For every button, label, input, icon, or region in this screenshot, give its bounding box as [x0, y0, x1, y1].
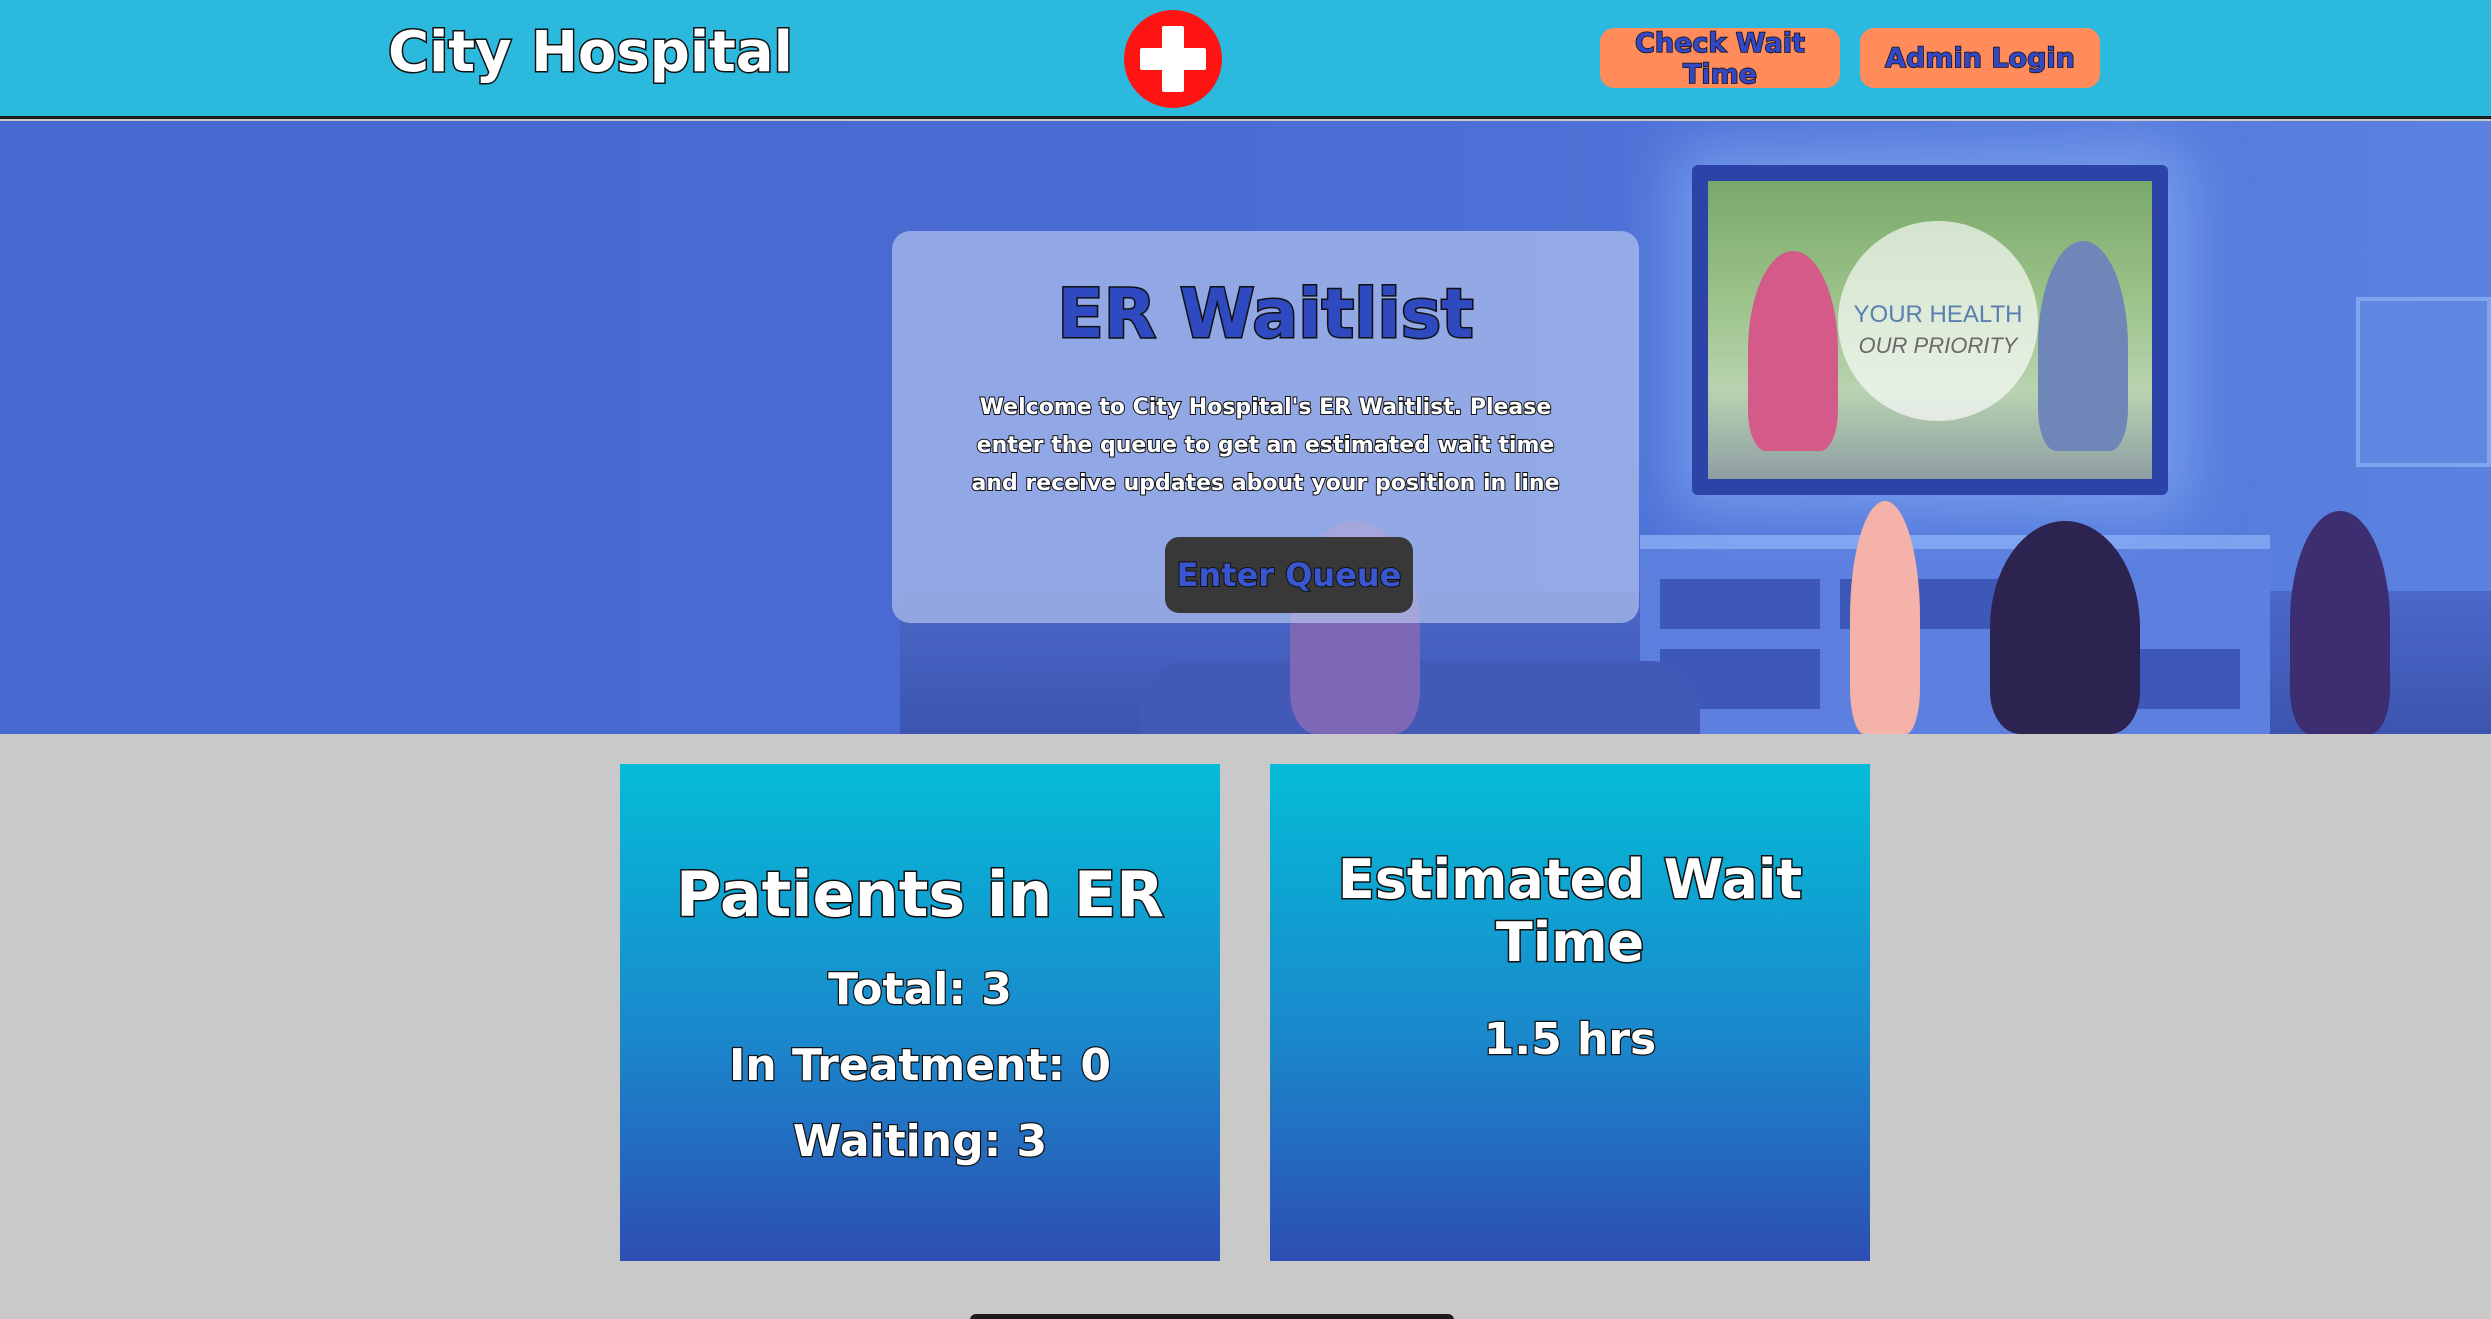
shelf-compartment — [1660, 579, 1820, 629]
scene-person-back — [1990, 521, 2140, 734]
offscreen-element-edge — [970, 1314, 1454, 1319]
scene-sofa — [1140, 661, 1700, 734]
patients-in-er-card: Patients in ER Total: 3 In Treatment: 0 … — [620, 764, 1220, 1261]
enter-queue-button[interactable]: Enter Queue — [1165, 537, 1413, 613]
patients-in-treatment: In Treatment: 0 — [728, 1039, 1113, 1093]
tv-slogan-line2: OUR PRIORITY — [1858, 333, 2018, 358]
admin-login-button[interactable]: Admin Login — [1860, 28, 2100, 88]
tv-screen-illustration: YOUR HEALTH OUR PRIORITY — [1692, 165, 2168, 495]
tv-person-woman — [1748, 251, 1838, 451]
hero-banner: YOUR HEALTH OUR PRIORITY ER Waitlist Wel… — [0, 121, 2491, 734]
hero-title: ER Waitlist — [1056, 274, 1475, 356]
patients-waiting: Waiting: 3 — [792, 1115, 1049, 1169]
waitlist-intro-card: ER Waitlist Welcome to City Hospital's E… — [892, 231, 1639, 623]
wait-card-title: Estimated Wait Time — [1336, 847, 1803, 976]
hero-description: Welcome to City Hospital's ER Waitlist. … — [971, 394, 1561, 497]
tv-screen-image: YOUR HEALTH OUR PRIORITY — [1708, 181, 2152, 479]
medical-cross-icon — [1124, 10, 1222, 108]
scene-person-right — [2290, 511, 2390, 734]
check-wait-time-button[interactable]: Check Wait Time — [1600, 27, 1840, 91]
brand-title[interactable]: City Hospital — [387, 19, 795, 87]
scene-shelf — [1640, 535, 2270, 734]
patients-card-title: Patients in ER — [675, 857, 1166, 933]
patients-total: Total: 3 — [827, 963, 1013, 1017]
top-header: City Hospital Check Wait Time Admin Logi… — [0, 0, 2491, 119]
wait-time-value: 1.5 hrs — [1483, 1013, 1658, 1067]
tv-person-man — [2038, 241, 2128, 451]
tv-slogan-line1: YOUR HEALTH — [1853, 301, 2023, 328]
scene-child — [1850, 501, 1920, 734]
estimated-wait-time-card: Estimated Wait Time 1.5 hrs — [1270, 764, 1870, 1261]
cross-horizontal-bar — [1140, 48, 1206, 70]
scene-side-panel — [2356, 297, 2491, 467]
